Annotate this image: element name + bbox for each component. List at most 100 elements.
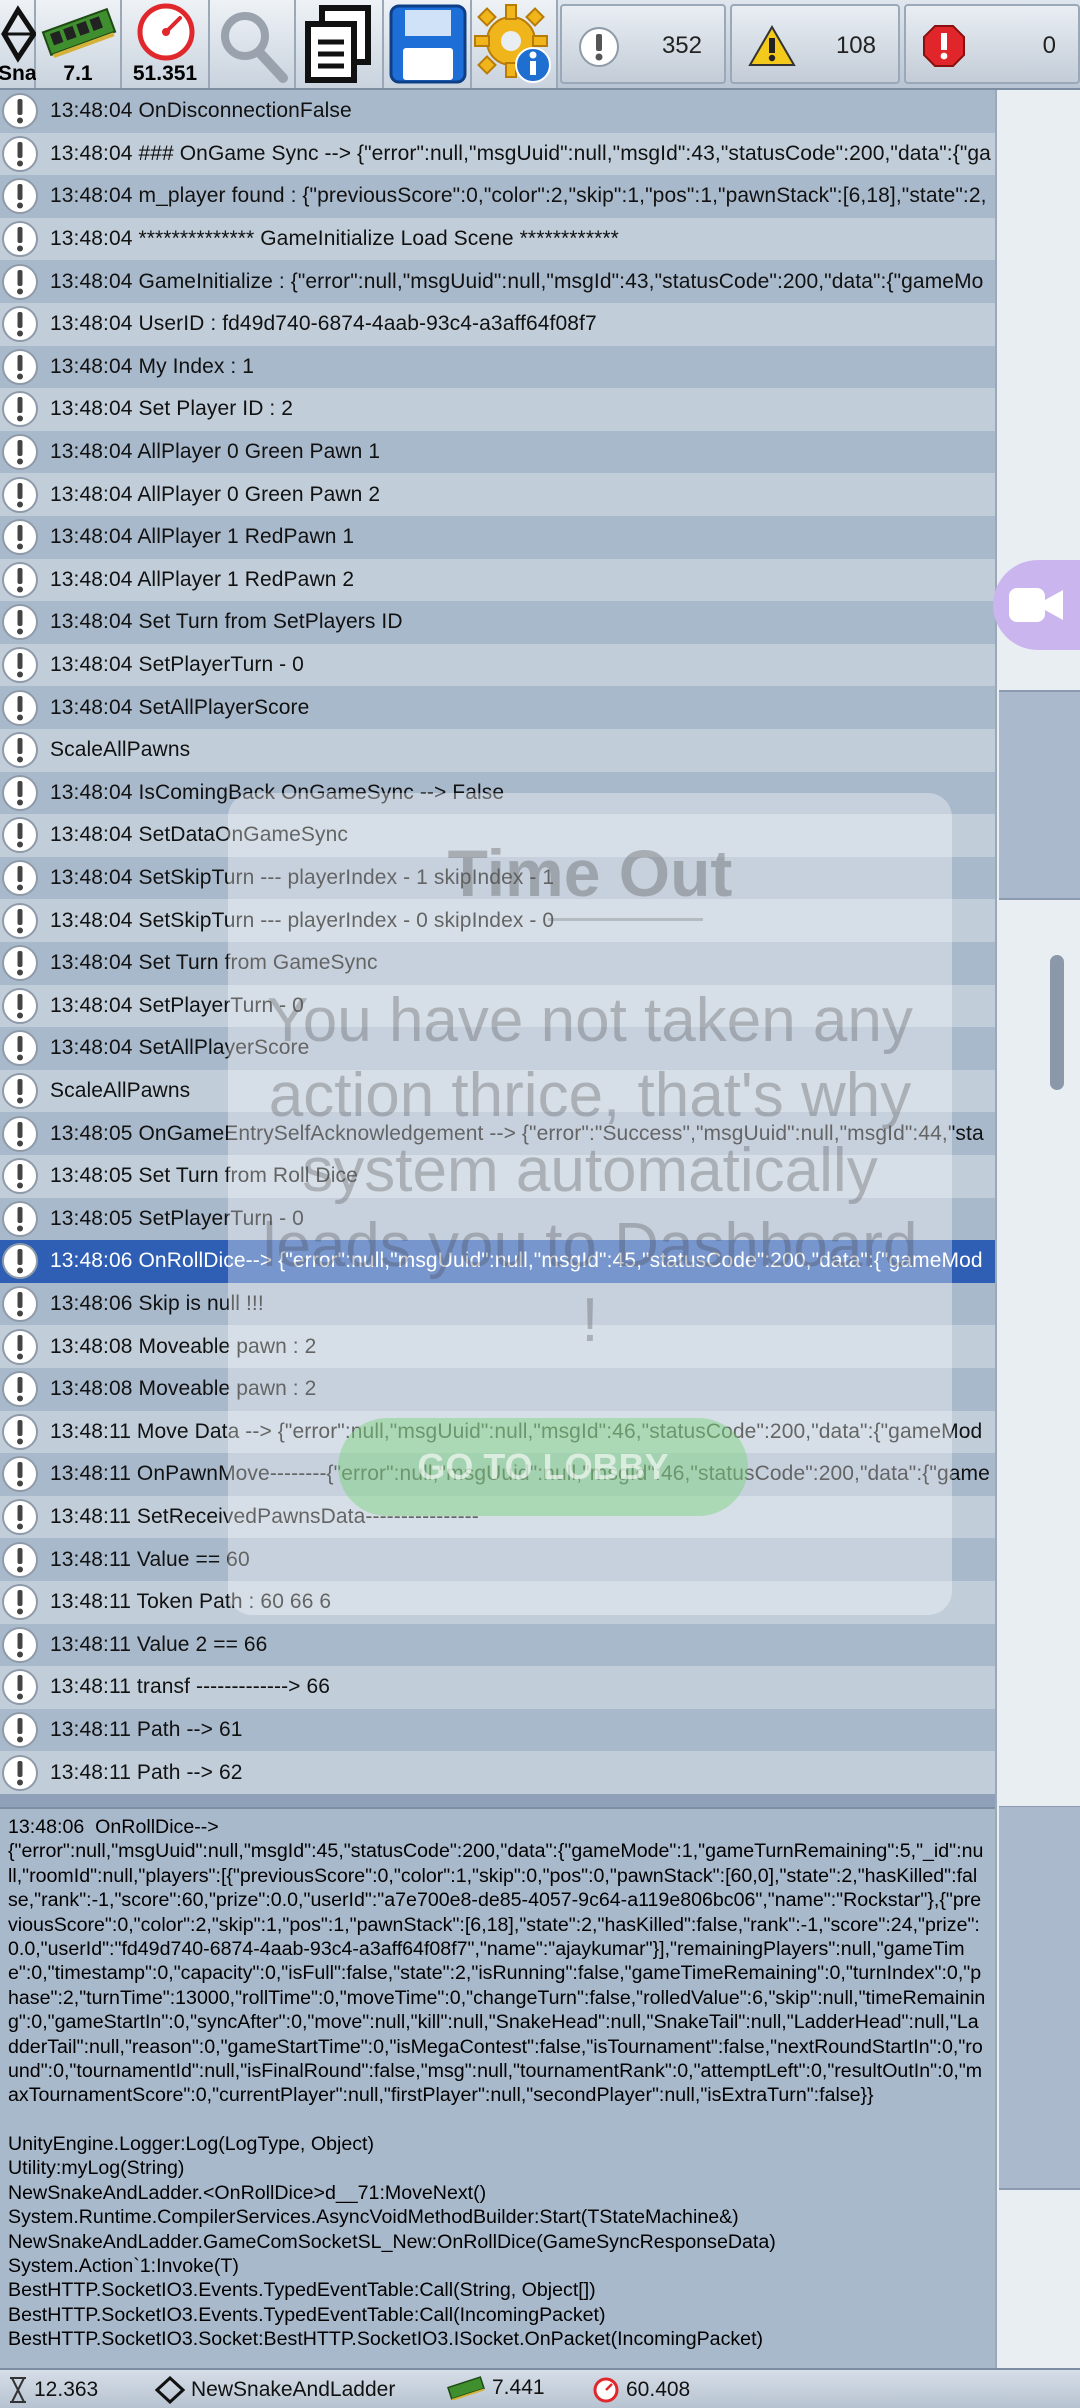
- log-list[interactable]: 13:48:04 OnDisconnectionFalse 13:48:04 ##…: [0, 90, 995, 1807]
- settings-button[interactable]: [472, 0, 558, 88]
- log-row[interactable]: 13:48:05 OnGameEntrySelfAcknowledgement …: [0, 1112, 995, 1155]
- info-log-icon: [0, 1156, 40, 1196]
- app-caption: Sna: [0, 62, 37, 85]
- warning-count: 108: [835, 32, 876, 59]
- info-log-icon: [0, 858, 40, 898]
- scrollbar-segment: [999, 690, 1080, 900]
- log-row[interactable]: 13:48:04 UserID : fd49d740-6874-4aab-93c…: [0, 303, 995, 346]
- log-row[interactable]: 13:48:08 Moveable pawn : 2: [0, 1368, 995, 1411]
- warning-count-button[interactable]: 108: [730, 4, 900, 84]
- status-time: 12.363: [8, 2376, 98, 2404]
- log-row[interactable]: 13:48:11 Path --> 61: [0, 1708, 995, 1752]
- fps-button[interactable]: 51.351: [122, 0, 210, 88]
- log-row[interactable]: 13:48:04 GameInitialize : {"error":null,…: [0, 260, 995, 303]
- log-text: 13:48:04 SetAllPlayerScore: [50, 695, 310, 719]
- log-row-selected[interactable]: 13:48:06 OnRollDice--> {"error":null,"ms…: [0, 1240, 995, 1283]
- log-text: 13:48:04 AllPlayer 1 RedPawn 1: [50, 525, 355, 549]
- info-log-icon: [0, 347, 40, 387]
- log-row[interactable]: 13:48:04 SetDataOnGameSync: [0, 814, 995, 857]
- info-log-icon: [0, 1369, 40, 1409]
- log-row[interactable]: 13:48:11 SetReceivedPawnsData-----------…: [0, 1495, 995, 1539]
- log-row[interactable]: 13:48:11 Value == 60: [0, 1538, 995, 1581]
- log-text: 13:48:06 Skip is null !!!: [50, 1292, 264, 1316]
- info-log-icon: [0, 645, 40, 685]
- log-text: 13:48:04 SetPlayerTurn - 0: [50, 993, 304, 1017]
- copy-button[interactable]: [296, 0, 384, 88]
- log-row[interactable]: ScaleAllPawns: [0, 729, 995, 772]
- log-text: 13:48:04 ### OnGame Sync --> {"error":nu…: [50, 141, 991, 165]
- screen-record-button[interactable]: [993, 560, 1080, 650]
- log-row[interactable]: 13:48:04 Set Player ID : 2: [0, 388, 995, 431]
- log-row[interactable]: 13:48:11 OnPawnMove--------{"error":null…: [0, 1453, 995, 1496]
- log-row[interactable]: 13:48:05 Set Turn from Roll Dice: [0, 1155, 995, 1198]
- info-log-icon: [0, 943, 40, 983]
- info-log-icon: [0, 91, 40, 131]
- log-row[interactable]: 13:48:08 Moveable pawn : 2: [0, 1325, 995, 1368]
- log-row[interactable]: 13:48:04 SetPlayerTurn - 0: [0, 643, 995, 687]
- log-row[interactable]: 13:48:04 IsComingBack OnGameSync --> Fal…: [0, 771, 995, 815]
- log-row[interactable]: 13:48:04 AllPlayer 0 Green Pawn 2: [0, 473, 995, 516]
- log-text: 13:48:04 AllPlayer 1 RedPawn 2: [50, 567, 355, 591]
- log-row[interactable]: 13:48:05 SetPlayerTurn - 0: [0, 1197, 995, 1241]
- log-row[interactable]: 13:48:04 My Index : 1: [0, 345, 995, 389]
- log-row[interactable]: 13:48:11 transf -------------> 66: [0, 1666, 995, 1709]
- log-row[interactable]: 13:48:04 AllPlayer 1 RedPawn 1: [0, 516, 995, 559]
- error-count-button[interactable]: 0: [904, 4, 1080, 84]
- log-row[interactable]: 13:48:04 SetSkipTurn --- playerIndex - 1…: [0, 856, 995, 900]
- log-row[interactable]: 13:48:04 m_player found : {"previousScor…: [0, 175, 995, 218]
- info-log-icon: [0, 602, 40, 642]
- log-row[interactable]: 13:48:04 OnDisconnectionFalse: [0, 90, 995, 133]
- speedometer-icon: [137, 3, 195, 61]
- info-log-icon: [0, 1753, 40, 1793]
- info-log-icon: [0, 1540, 40, 1580]
- info-log-icon: [0, 1667, 40, 1707]
- log-row[interactable]: 13:48:04 AllPlayer 1 RedPawn 2: [0, 558, 995, 602]
- log-row[interactable]: 13:48:04 Set Turn from SetPlayers ID: [0, 601, 995, 644]
- log-row[interactable]: 13:48:04 AllPlayer 0 Green Pawn 1: [0, 430, 995, 474]
- detail-stack-trace: UnityEngine.Logger:Log(LogType, Object) …: [8, 2132, 776, 2351]
- log-text: 13:48:04 AllPlayer 0 Green Pawn 2: [50, 482, 381, 506]
- detail-scrollbar[interactable]: [995, 1807, 1080, 2368]
- save-button[interactable]: [384, 0, 472, 88]
- log-count-button[interactable]: 352: [560, 4, 726, 84]
- info-log-icon: [0, 901, 40, 941]
- log-row[interactable]: 13:48:04 SetSkipTurn --- playerIndex - 0…: [0, 899, 995, 942]
- log-row[interactable]: ScaleAllPawns: [0, 1069, 995, 1113]
- video-camera-icon: [1008, 588, 1063, 622]
- log-row[interactable]: 13:48:11 Token Path : 60 66 6: [0, 1581, 995, 1624]
- log-row[interactable]: 13:48:11 Move Data --> {"error":null,"ms…: [0, 1410, 995, 1454]
- app-button[interactable]: Sna: [0, 0, 37, 88]
- log-text: 13:48:11 SetReceivedPawnsData-----------…: [50, 1505, 479, 1529]
- log-row[interactable]: 13:48:06 Skip is null !!!: [0, 1282, 995, 1326]
- search-button[interactable]: [210, 0, 296, 88]
- log-text: 13:48:04 ************** GameInitialize L…: [50, 227, 619, 251]
- log-text: 13:48:04 SetPlayerTurn - 0: [50, 653, 304, 677]
- info-log-icon: [0, 986, 40, 1026]
- log-text: 13:48:04 IsComingBack OnGameSync --> Fal…: [50, 780, 505, 804]
- log-detail-panel[interactable]: 13:48:06 OnRollDice--> {"error":null,"ms…: [0, 1807, 995, 2368]
- status-memory: 7.441: [446, 2376, 545, 2400]
- log-row[interactable]: 13:48:04 ************** GameInitialize L…: [0, 217, 995, 261]
- log-row[interactable]: 13:48:04 Set Turn from GameSync: [0, 942, 995, 985]
- info-log-icon: [579, 27, 619, 67]
- log-scrollbar[interactable]: [995, 90, 1080, 1808]
- log-row[interactable]: 13:48:04 SetAllPlayerScore: [0, 686, 995, 729]
- log-row[interactable]: 13:48:11 Value 2 == 66: [0, 1623, 995, 1667]
- error-icon: [923, 25, 965, 67]
- log-text: 13:48:04 Set Player ID : 2: [50, 397, 294, 421]
- log-text: 13:48:05 OnGameEntrySelfAcknowledgement …: [50, 1121, 984, 1145]
- memory-button[interactable]: 7.1: [36, 0, 122, 88]
- info-log-icon: [0, 1199, 40, 1239]
- log-text: 13:48:08 Moveable pawn : 2: [50, 1334, 317, 1358]
- log-row[interactable]: 13:48:11 Path --> 62: [0, 1751, 995, 1794]
- save-icon: [389, 4, 467, 84]
- log-text: ScaleAllPawns: [50, 1079, 191, 1103]
- log-text: 13:48:08 Moveable pawn : 2: [50, 1377, 317, 1401]
- gear-icon: [474, 4, 551, 83]
- log-row[interactable]: 13:48:04 SetAllPlayerScore: [0, 1027, 995, 1070]
- scrollbar-thumb[interactable]: [1050, 955, 1064, 1090]
- log-row[interactable]: 13:48:04 SetPlayerTurn - 0: [0, 984, 995, 1028]
- copy-icon: [305, 5, 371, 83]
- info-log-icon: [0, 219, 40, 259]
- log-row[interactable]: 13:48:04 ### OnGame Sync --> {"error":nu…: [0, 132, 995, 176]
